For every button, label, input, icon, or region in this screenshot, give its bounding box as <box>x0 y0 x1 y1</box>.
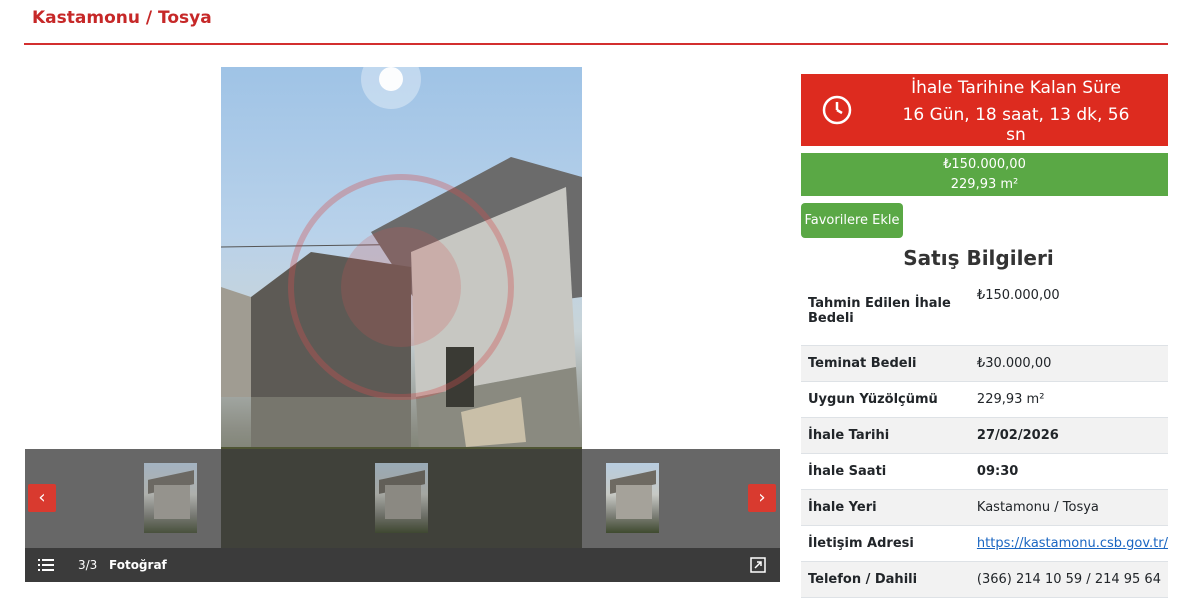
row-value: (366) 214 10 59 / 214 95 64 <box>970 561 1168 598</box>
table-row: İhale Saati 09:30 <box>801 453 1168 490</box>
contact-address-link[interactable]: https://kastamonu.csb.gov.tr/ <box>977 536 1168 551</box>
countdown-value: 16 Gün, 18 saat, 13 dk, 56 sn <box>902 105 1130 145</box>
expand-icon[interactable] <box>750 557 766 573</box>
next-photo-button[interactable]: › <box>748 484 776 512</box>
price-summary: ₺150.000,00 229,93 m² <box>801 153 1168 196</box>
chevron-right-icon: › <box>758 487 766 508</box>
prev-photo-button[interactable]: ‹ <box>28 484 56 512</box>
row-value: 229,93 m² <box>970 381 1168 418</box>
table-row: İhale Tarihi 27/02/2026 <box>801 417 1168 454</box>
auction-countdown: İhale Tarihine Kalan Süre 16 Gün, 18 saa… <box>801 74 1168 146</box>
chevron-left-icon: ‹ <box>38 487 46 508</box>
row-value: ₺30.000,00 <box>970 345 1168 382</box>
table-row: Tahmin Edilen İhale Bedeli ₺150.000,00 <box>801 276 1168 346</box>
table-row: Uygun Yüzölçümü 229,93 m² <box>801 381 1168 418</box>
row-label: İletişim Adresi <box>801 525 971 562</box>
row-label: Uygun Yüzölçümü <box>801 381 971 418</box>
price-value: ₺150.000,00 <box>943 157 1026 172</box>
row-value: ₺150.000,00 <box>970 276 1168 346</box>
row-label: Teminat Bedeli <box>801 345 971 382</box>
row-label: İhale Tarihi <box>801 417 971 454</box>
table-row: İhale Yeri Kastamonu / Tosya <box>801 489 1168 526</box>
row-label: Telefon / Dahili <box>801 561 971 598</box>
countdown-title: İhale Tarihine Kalan Süre <box>911 78 1121 98</box>
gallery-toolbar: 3/3 Fotoğraf <box>25 548 780 582</box>
row-value: Kastamonu / Tosya <box>970 489 1168 526</box>
header-divider <box>24 43 1168 45</box>
table-row: Teminat Bedeli ₺30.000,00 <box>801 345 1168 382</box>
sale-info-table: Tahmin Edilen İhale Bedeli ₺150.000,00 T… <box>801 276 1168 598</box>
thumbnail-strip <box>25 449 780 548</box>
area-value: 229,93 m² <box>950 177 1019 192</box>
breadcrumb: Kastamonu / Tosya <box>32 8 212 28</box>
table-row: Telefon / Dahili (366) 214 10 59 / 214 9… <box>801 561 1168 598</box>
row-label: İhale Saati <box>801 453 971 490</box>
thumbnail-1[interactable] <box>144 463 197 533</box>
auction-time-value: 09:30 <box>970 453 1168 490</box>
thumbnail-3[interactable] <box>606 463 659 533</box>
thumbnail-2[interactable] <box>375 463 428 533</box>
photo-type-label: Fotoğraf <box>109 558 167 572</box>
list-icon[interactable] <box>38 559 54 572</box>
row-label: Tahmin Edilen İhale Bedeli <box>801 276 971 346</box>
table-row: İletişim Adresi https://kastamonu.csb.go… <box>801 525 1168 562</box>
photo-gallery: ‹ › 3/3 Fotoğraf <box>25 67 780 582</box>
row-label: İhale Yeri <box>801 489 971 526</box>
photo-counter: 3/3 <box>78 558 98 572</box>
sale-info-title: Satış Bilgileri <box>903 246 1054 270</box>
add-favorite-button[interactable]: Favorilere Ekle <box>801 203 903 238</box>
auction-date-value: 27/02/2026 <box>970 417 1168 454</box>
clock-icon <box>822 95 852 125</box>
